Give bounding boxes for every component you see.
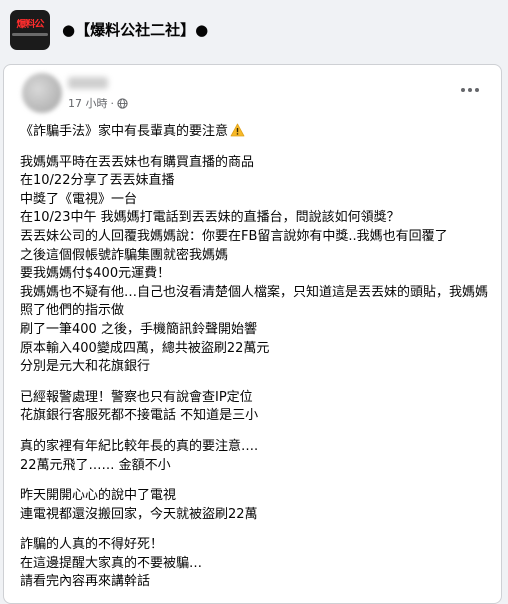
post-title: 《詐騙手法》家中有長輩真的要注意 <box>20 123 490 142</box>
post-line: 請看完內容再來講幹話 <box>20 574 151 590</box>
post-line: 我媽媽平時在丟丟妹也有購買直播的商品 <box>20 154 255 170</box>
post-paragraph: 已經報警處理！警察也只有說會查IP定位 花旗銀行客服死都不接電話 不知道是三小 <box>20 389 490 426</box>
group-logo[interactable]: 爆料公 <box>10 10 50 50</box>
post-paragraph: 真的家裡有年紀比較年長的真的要注意…. 22萬元飛了…… 金額不小 <box>20 438 490 475</box>
post-line: 在10/23中午 我媽媽打電話到丟丟妹的直播台，問說該如何領獎？ <box>20 210 400 226</box>
group-logo-underline <box>12 33 48 36</box>
post-line: 丟丟妹公司的人回覆我媽媽說：你要在FB留言說妳有中獎..我媽也有回覆了 <box>20 228 448 244</box>
group-logo-text: 爆料公 <box>16 19 45 30</box>
post-paragraph: 詐騙的人真的不得好死！ 在這邊提醒大家真的不要被騙… 請看完內容再來講幹話 <box>20 536 490 592</box>
more-dot <box>475 88 479 92</box>
post-paragraph: 昨天開開心心的說中了電視連電視都還沒搬回家，今天就被盜刷22萬 <box>20 487 490 524</box>
post-body: 《詐騙手法》家中有長輩真的要注意 我媽媽平時在丟丟妹也有購買直播的商品 在10/2… <box>20 123 490 604</box>
more-options-icon[interactable] <box>456 81 484 99</box>
post-line: 在這邊提醒大家真的不要被騙… <box>20 555 203 571</box>
post-line: 詐騙的人真的不得好死！ <box>20 537 164 553</box>
post-title-text: 《詐騙手法》家中有長輩真的要注意 <box>20 124 229 139</box>
post-line: 連電視都還沒搬回家，今天就被盜刷22萬 <box>20 506 258 522</box>
group-name-link[interactable]: ●【爆料公社二社】● <box>62 19 208 40</box>
post-line: 刷了一筆400 之後，手機簡訊鈴聲開始響 <box>20 321 257 337</box>
meta-separator: · <box>110 96 115 110</box>
post-line: 已經報警處理！警察也只有說會查IP定位 <box>20 389 253 405</box>
post-line: 要我媽媽付$400元運費！ <box>20 266 171 282</box>
post-line: 中獎了《電視》一台 <box>20 191 138 207</box>
author-avatar[interactable] <box>22 73 62 113</box>
post-paragraph: 我媽媽平時在丟丟妹也有購買直播的商品 在10/22分享了丟丟妹直播 中獎了《電視》一… <box>20 154 490 377</box>
post-line: 花旗銀行客服死都不接電話 不知道是三小 <box>20 408 259 424</box>
post-line: 真的家裡有年紀比較年長的真的要注意…. <box>20 438 259 454</box>
post-line: 分別是元大和花旗銀行 <box>20 359 151 375</box>
post-line: 原本輸入400變成四萬，總共被盜刷22萬元 <box>20 340 270 356</box>
more-dot <box>461 88 465 92</box>
post-line: 我媽媽也不疑有他…自己也沒看清楚個人檔案，只知道這是丟丟妹的頭貼，我媽媽照了他們… <box>20 284 489 319</box>
post-meta: 17 小時 · <box>68 95 128 111</box>
globe-icon[interactable] <box>117 97 128 109</box>
post-line: 在10/22分享了丟丟妹直播 <box>20 173 175 189</box>
post-line: 之後這個假帳號詐騙集團就密我媽媽 <box>20 247 229 263</box>
group-header: 爆料公 ●【爆料公社二社】● <box>0 0 508 62</box>
post-line: 22萬元飛了…… 金額不小 <box>20 457 171 473</box>
warning-icon <box>230 123 245 137</box>
more-dot <box>468 88 472 92</box>
post-line: 昨天開開心心的說中了電視 <box>20 488 177 504</box>
post-card: 17 小時 · 《詐騙手法》家中有長輩真的要注意 我媽媽平時在丟丟妹也有購買直播… <box>3 64 502 604</box>
author-name-blurred[interactable] <box>68 77 108 89</box>
post-time[interactable]: 17 小時 <box>68 95 108 111</box>
